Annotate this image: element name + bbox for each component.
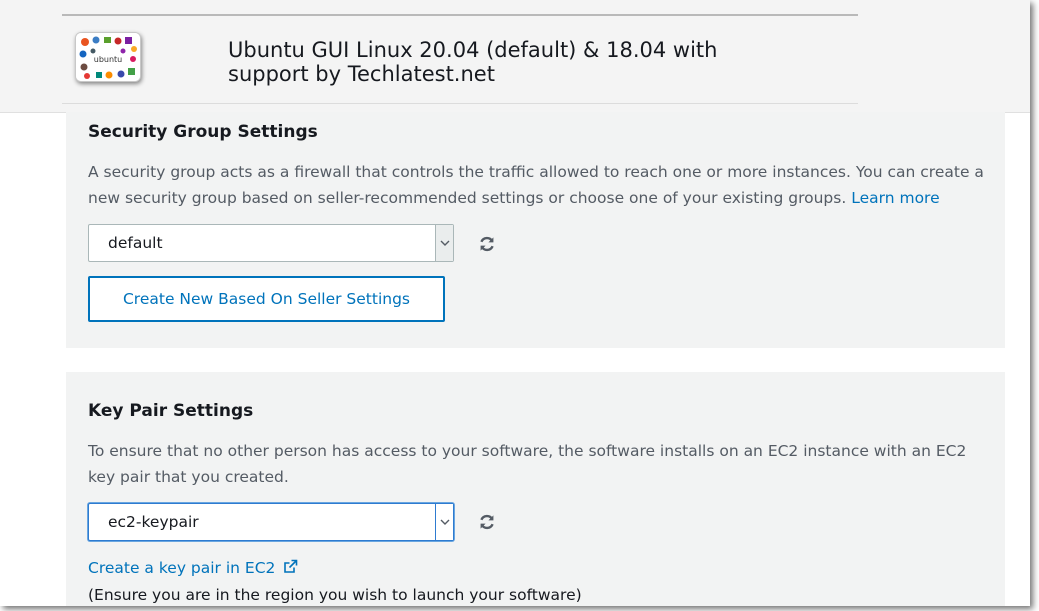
key-pair-selected-value: ec2-keypair bbox=[108, 513, 199, 531]
key-pair-panel: Key Pair Settings To ensure that no othe… bbox=[66, 372, 1005, 606]
key-pair-select[interactable]: ec2-keypair bbox=[88, 503, 454, 541]
security-group-select[interactable]: default bbox=[88, 224, 454, 262]
security-group-refresh-icon[interactable] bbox=[478, 235, 496, 253]
security-group-panel: Security Group Settings A security group… bbox=[66, 112, 1005, 348]
product-logo: ubuntu bbox=[75, 32, 141, 82]
logo-text: ubuntu bbox=[94, 55, 123, 64]
security-group-title: Security Group Settings bbox=[88, 122, 318, 142]
chevron-down-icon bbox=[440, 240, 450, 246]
header-divider-top bbox=[62, 14, 858, 16]
security-group-dropdown-toggle[interactable] bbox=[435, 225, 453, 261]
security-group-description-text: A security group acts as a firewall that… bbox=[88, 163, 984, 207]
product-title: Ubuntu GUI Linux 20.04 (default) & 18.04… bbox=[228, 38, 718, 86]
learn-more-link[interactable]: Learn more bbox=[851, 189, 939, 207]
region-note: (Ensure you are in the region you wish t… bbox=[88, 586, 582, 604]
key-pair-dropdown-toggle[interactable] bbox=[435, 504, 453, 540]
product-header: ubuntu Ubuntu GUI Linux 20.04 (default) … bbox=[0, 0, 1030, 113]
screenshot-frame: ubuntu Ubuntu GUI Linux 20.04 (default) … bbox=[0, 0, 1030, 606]
create-key-pair-link-text[interactable]: Create a key pair in EC2 bbox=[88, 559, 275, 577]
header-divider-bottom bbox=[62, 103, 858, 104]
key-pair-refresh-icon[interactable] bbox=[478, 513, 496, 531]
key-pair-title: Key Pair Settings bbox=[88, 401, 254, 421]
security-group-description: A security group acts as a firewall that… bbox=[88, 159, 988, 211]
create-key-pair-link[interactable]: Create a key pair in EC2 bbox=[88, 559, 298, 577]
security-group-selected-value: default bbox=[108, 234, 163, 252]
external-link-icon[interactable] bbox=[283, 559, 298, 574]
chevron-down-icon bbox=[440, 519, 450, 525]
key-pair-description: To ensure that no other person has acces… bbox=[88, 442, 967, 486]
ubuntu-logo-icon: ubuntu bbox=[76, 33, 140, 81]
create-security-group-button[interactable]: Create New Based On Seller Settings bbox=[88, 276, 445, 322]
